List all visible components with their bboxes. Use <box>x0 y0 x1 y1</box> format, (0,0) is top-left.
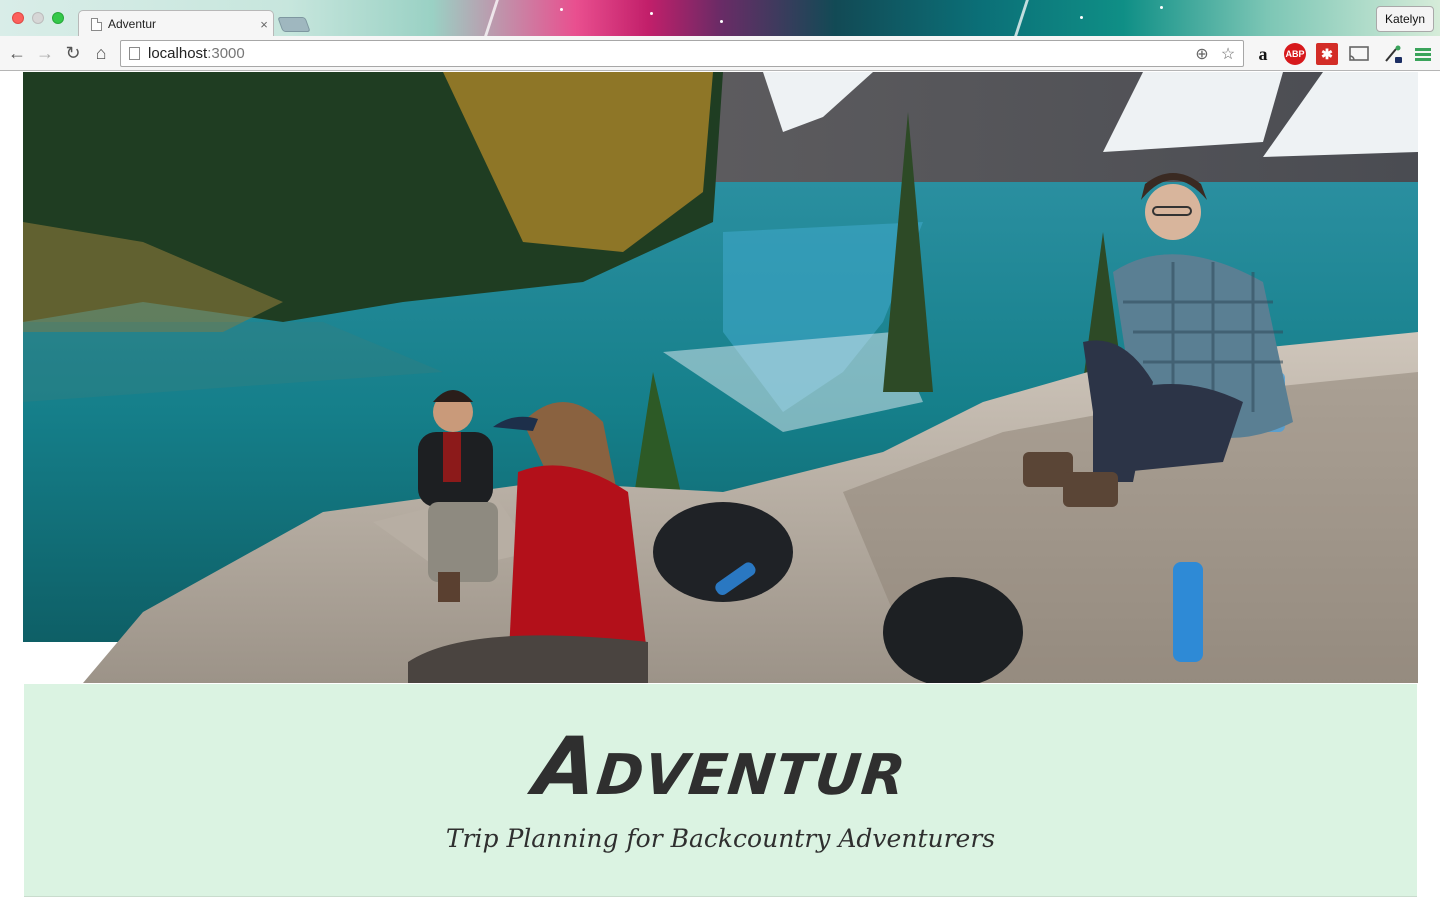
url-port: :3000 <box>207 45 245 62</box>
page-icon <box>91 17 102 31</box>
background-streak <box>484 0 499 36</box>
zoom-icon[interactable]: ⊕ <box>1191 43 1213 65</box>
url-text[interactable]: localhost:3000 <box>148 45 245 62</box>
close-tab-icon[interactable]: × <box>255 17 273 32</box>
background-streak <box>1014 0 1029 36</box>
browser-toolbar: ← → ↻ ⌂ localhost:3000 ⊕ ☆ a ABP ✱ <box>0 36 1440 71</box>
maximize-window-button[interactable] <box>52 12 64 24</box>
tab-title: Adventur <box>108 17 157 31</box>
bookmark-star-icon[interactable]: ☆ <box>1217 43 1239 65</box>
chrome-menu-icon[interactable] <box>1412 43 1434 65</box>
background-star <box>650 12 653 15</box>
hero-photo <box>23 72 1418 683</box>
background-star <box>1160 6 1163 9</box>
url-host: localhost <box>148 45 208 62</box>
page-icon <box>129 47 140 60</box>
window-title-bar: Adventur × Katelyn <box>0 0 1440 36</box>
reload-icon[interactable]: ↻ <box>62 42 84 64</box>
background-star <box>720 20 723 23</box>
site-tagline: Trip Planning for Backcountry Adventurer… <box>445 824 996 853</box>
forward-icon[interactable]: → <box>34 42 56 64</box>
cast-icon[interactable] <box>1348 43 1370 65</box>
site-title: Adventur <box>529 720 912 813</box>
background-star <box>560 8 563 11</box>
adblock-plus-icon[interactable]: ABP <box>1284 43 1306 65</box>
address-bar[interactable]: localhost:3000 ⊕ ☆ <box>120 40 1244 67</box>
amazon-extension-icon[interactable]: a <box>1252 43 1274 65</box>
browser-tab-active[interactable]: Adventur × <box>78 10 274 36</box>
back-icon[interactable]: ← <box>6 42 28 64</box>
close-window-button[interactable] <box>12 12 24 24</box>
eyedropper-extension-icon[interactable] <box>1382 43 1404 65</box>
background-star <box>1080 16 1083 19</box>
home-icon[interactable]: ⌂ <box>90 42 112 64</box>
lastpass-icon[interactable]: ✱ <box>1316 43 1338 65</box>
hero-landscape-illustration <box>23 72 1418 683</box>
new-tab-button[interactable] <box>277 17 311 32</box>
profile-button[interactable]: Katelyn <box>1375 6 1434 32</box>
hero-banner: Adventur Trip Planning for Backcountry A… <box>24 684 1417 897</box>
minimize-window-button[interactable] <box>32 12 44 24</box>
